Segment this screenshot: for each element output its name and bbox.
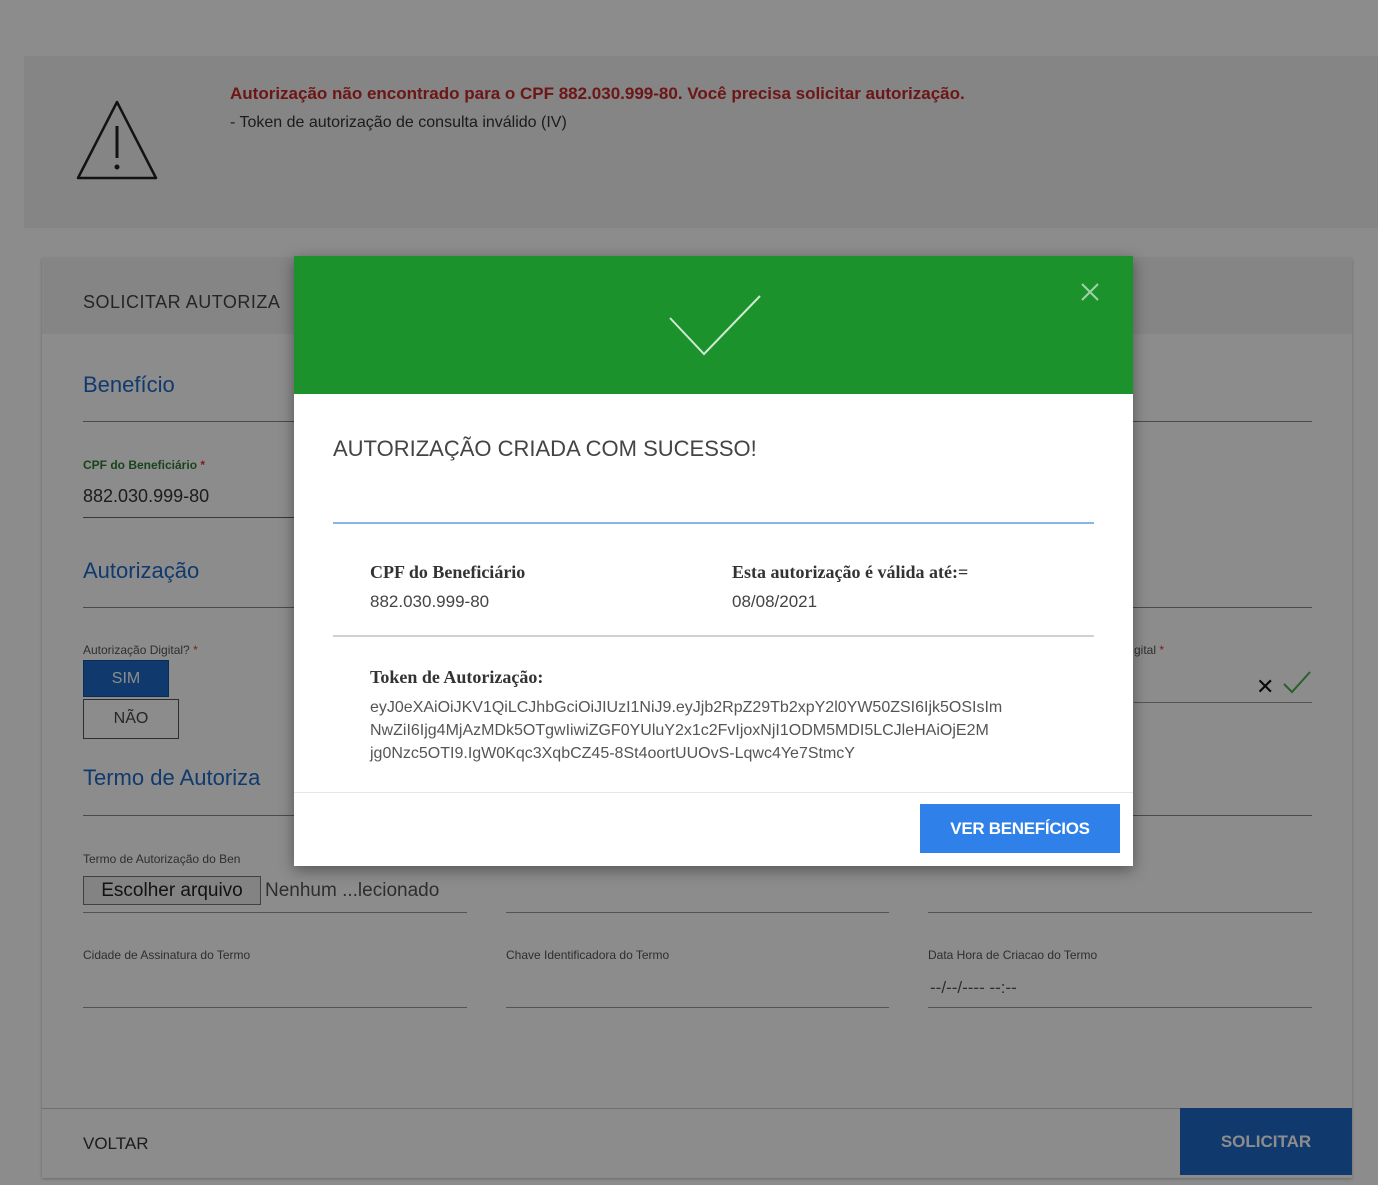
modal-valid-value: 08/08/2021	[732, 592, 818, 611]
token-line: eyJ0eXAiOiJKV1QiLCJhbGciOiJIUzI1NiJ9.eyJ…	[370, 699, 1003, 716]
check-icon	[669, 295, 761, 356]
token-line: jg0Nzc5OTI9.IgW0Kqc3XqbCZ45-8St4oortUUOv…	[370, 745, 855, 762]
modal-cpf-value: 882.030.999-80	[370, 592, 490, 611]
modal-token-label: Token de Autorização:	[370, 667, 544, 687]
modal-divider	[333, 635, 1094, 637]
modal-cpf-label: CPF do Beneficiário	[370, 562, 526, 582]
modal-title: AUTORIZAÇÃO CRIADA COM SUCESSO!	[333, 436, 757, 461]
token-line: NwZiI6Ijg4MjAzMDk5OTgwIiwiZGF0YUluY2x1c2…	[370, 722, 989, 739]
modal-divider	[333, 522, 1094, 524]
ver-beneficios-button[interactable]: VER BENEFÍCIOS	[920, 804, 1120, 853]
modal-token-value: eyJ0eXAiOiJKV1QiLCJhbGciOiJIUzI1NiJ9.eyJ…	[370, 696, 1090, 765]
close-icon[interactable]	[1080, 282, 1100, 302]
modal-valid-label: Esta autorização é válida até:=	[732, 562, 969, 582]
modal-footer-divider	[294, 792, 1133, 793]
